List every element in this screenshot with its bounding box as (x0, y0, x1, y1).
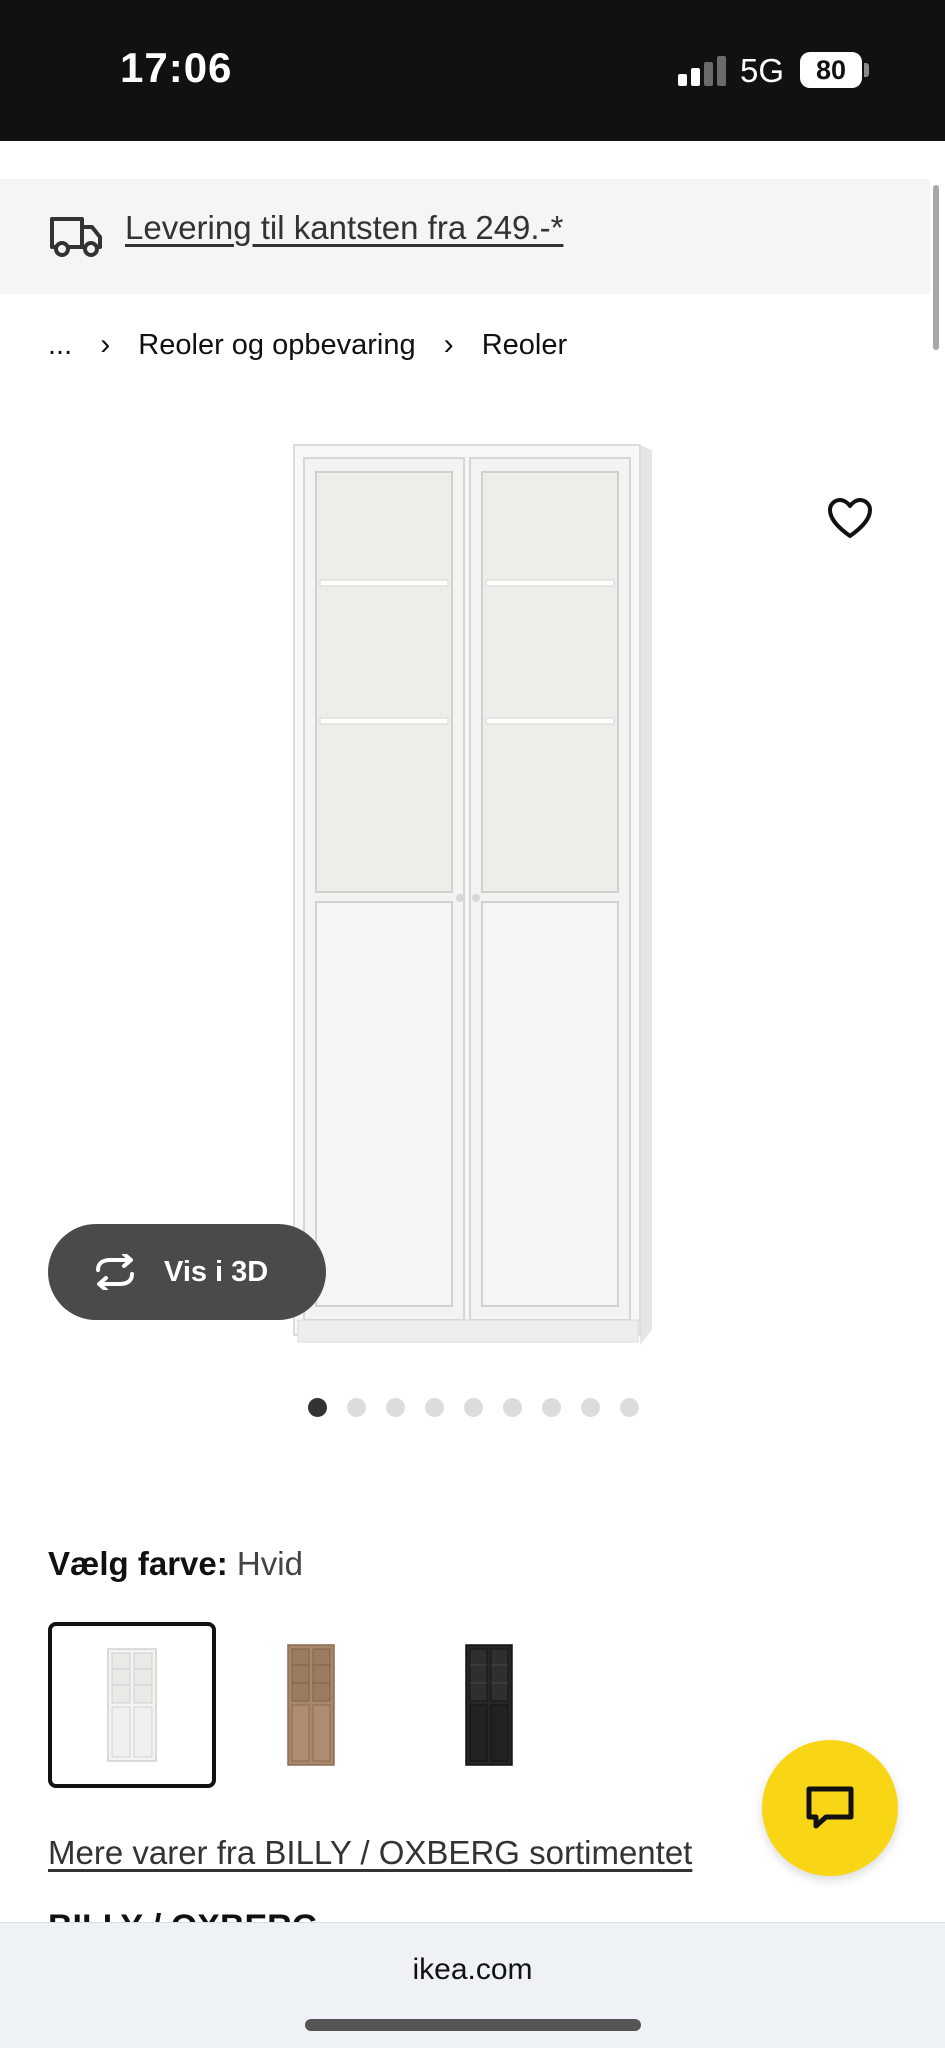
carousel-dot[interactable] (425, 1398, 444, 1417)
carousel-dot[interactable] (464, 1398, 483, 1417)
view-in-3d-button[interactable]: Vis i 3D (48, 1224, 326, 1320)
url-domain[interactable]: ikea.com (0, 1953, 945, 1987)
color-label-key: Vælg farve: (48, 1545, 228, 1582)
breadcrumb-ellipsis[interactable]: ... (48, 329, 72, 362)
view-in-3d-label: Vis i 3D (164, 1255, 269, 1288)
browser-url-bar[interactable]: ikea.com (0, 1922, 945, 2048)
product-image[interactable] (280, 430, 680, 1370)
page-scrollbar[interactable] (933, 185, 939, 350)
breadcrumb-item-shelves[interactable]: Reoler (482, 329, 567, 362)
truck-icon (50, 217, 102, 257)
status-time: 17:06 (120, 44, 233, 91)
delivery-link[interactable]: Levering til kantsten fra 249.-* (125, 209, 563, 247)
range-link[interactable]: Mere varer fra BILLY / OXBERG sortimente… (48, 1834, 692, 1872)
carousel-dot[interactable] (542, 1398, 561, 1417)
white-bookcase-thumbnail (107, 1648, 157, 1762)
oak-bookcase-thumbnail (287, 1644, 335, 1766)
product-title: BILLY / OXBERG (48, 1904, 318, 1922)
chat-button[interactable] (762, 1740, 898, 1876)
chevron-right-icon: › (443, 328, 454, 362)
heart-icon[interactable] (826, 496, 874, 540)
color-swatch-white[interactable] (48, 1622, 216, 1788)
network-type: 5G (740, 52, 785, 89)
color-swatch-oak[interactable] (226, 1622, 394, 1788)
carousel-dot[interactable] (386, 1398, 405, 1417)
signal-icon (678, 56, 726, 86)
breadcrumb-item-storage[interactable]: Reoler og opbevaring (138, 329, 415, 362)
image-carousel-dots (308, 1398, 639, 1417)
status-bar: 17:06 5G 80 (0, 0, 945, 141)
chevron-right-icon: › (100, 328, 111, 362)
color-label-value: Hvid (236, 1545, 303, 1582)
color-swatch-black[interactable] (404, 1622, 572, 1788)
carousel-dot[interactable] (581, 1398, 600, 1417)
carousel-dot[interactable] (308, 1398, 327, 1417)
delivery-banner: Levering til kantsten fra 249.-* (0, 179, 930, 294)
carousel-dot[interactable] (503, 1398, 522, 1417)
battery-cap (864, 63, 869, 77)
battery-icon: 80 (800, 52, 862, 88)
carousel-dot[interactable] (347, 1398, 366, 1417)
chat-bubble-icon (806, 1786, 854, 1829)
carousel-dot[interactable] (620, 1398, 639, 1417)
color-selector-label: Vælg farve: Hvid (48, 1545, 303, 1583)
black-bookcase-thumbnail (465, 1644, 513, 1766)
breadcrumb: ... › Reoler og opbevaring › Reoler (48, 328, 567, 362)
rotate-3d-icon (96, 1254, 134, 1290)
home-indicator (305, 2019, 641, 2031)
